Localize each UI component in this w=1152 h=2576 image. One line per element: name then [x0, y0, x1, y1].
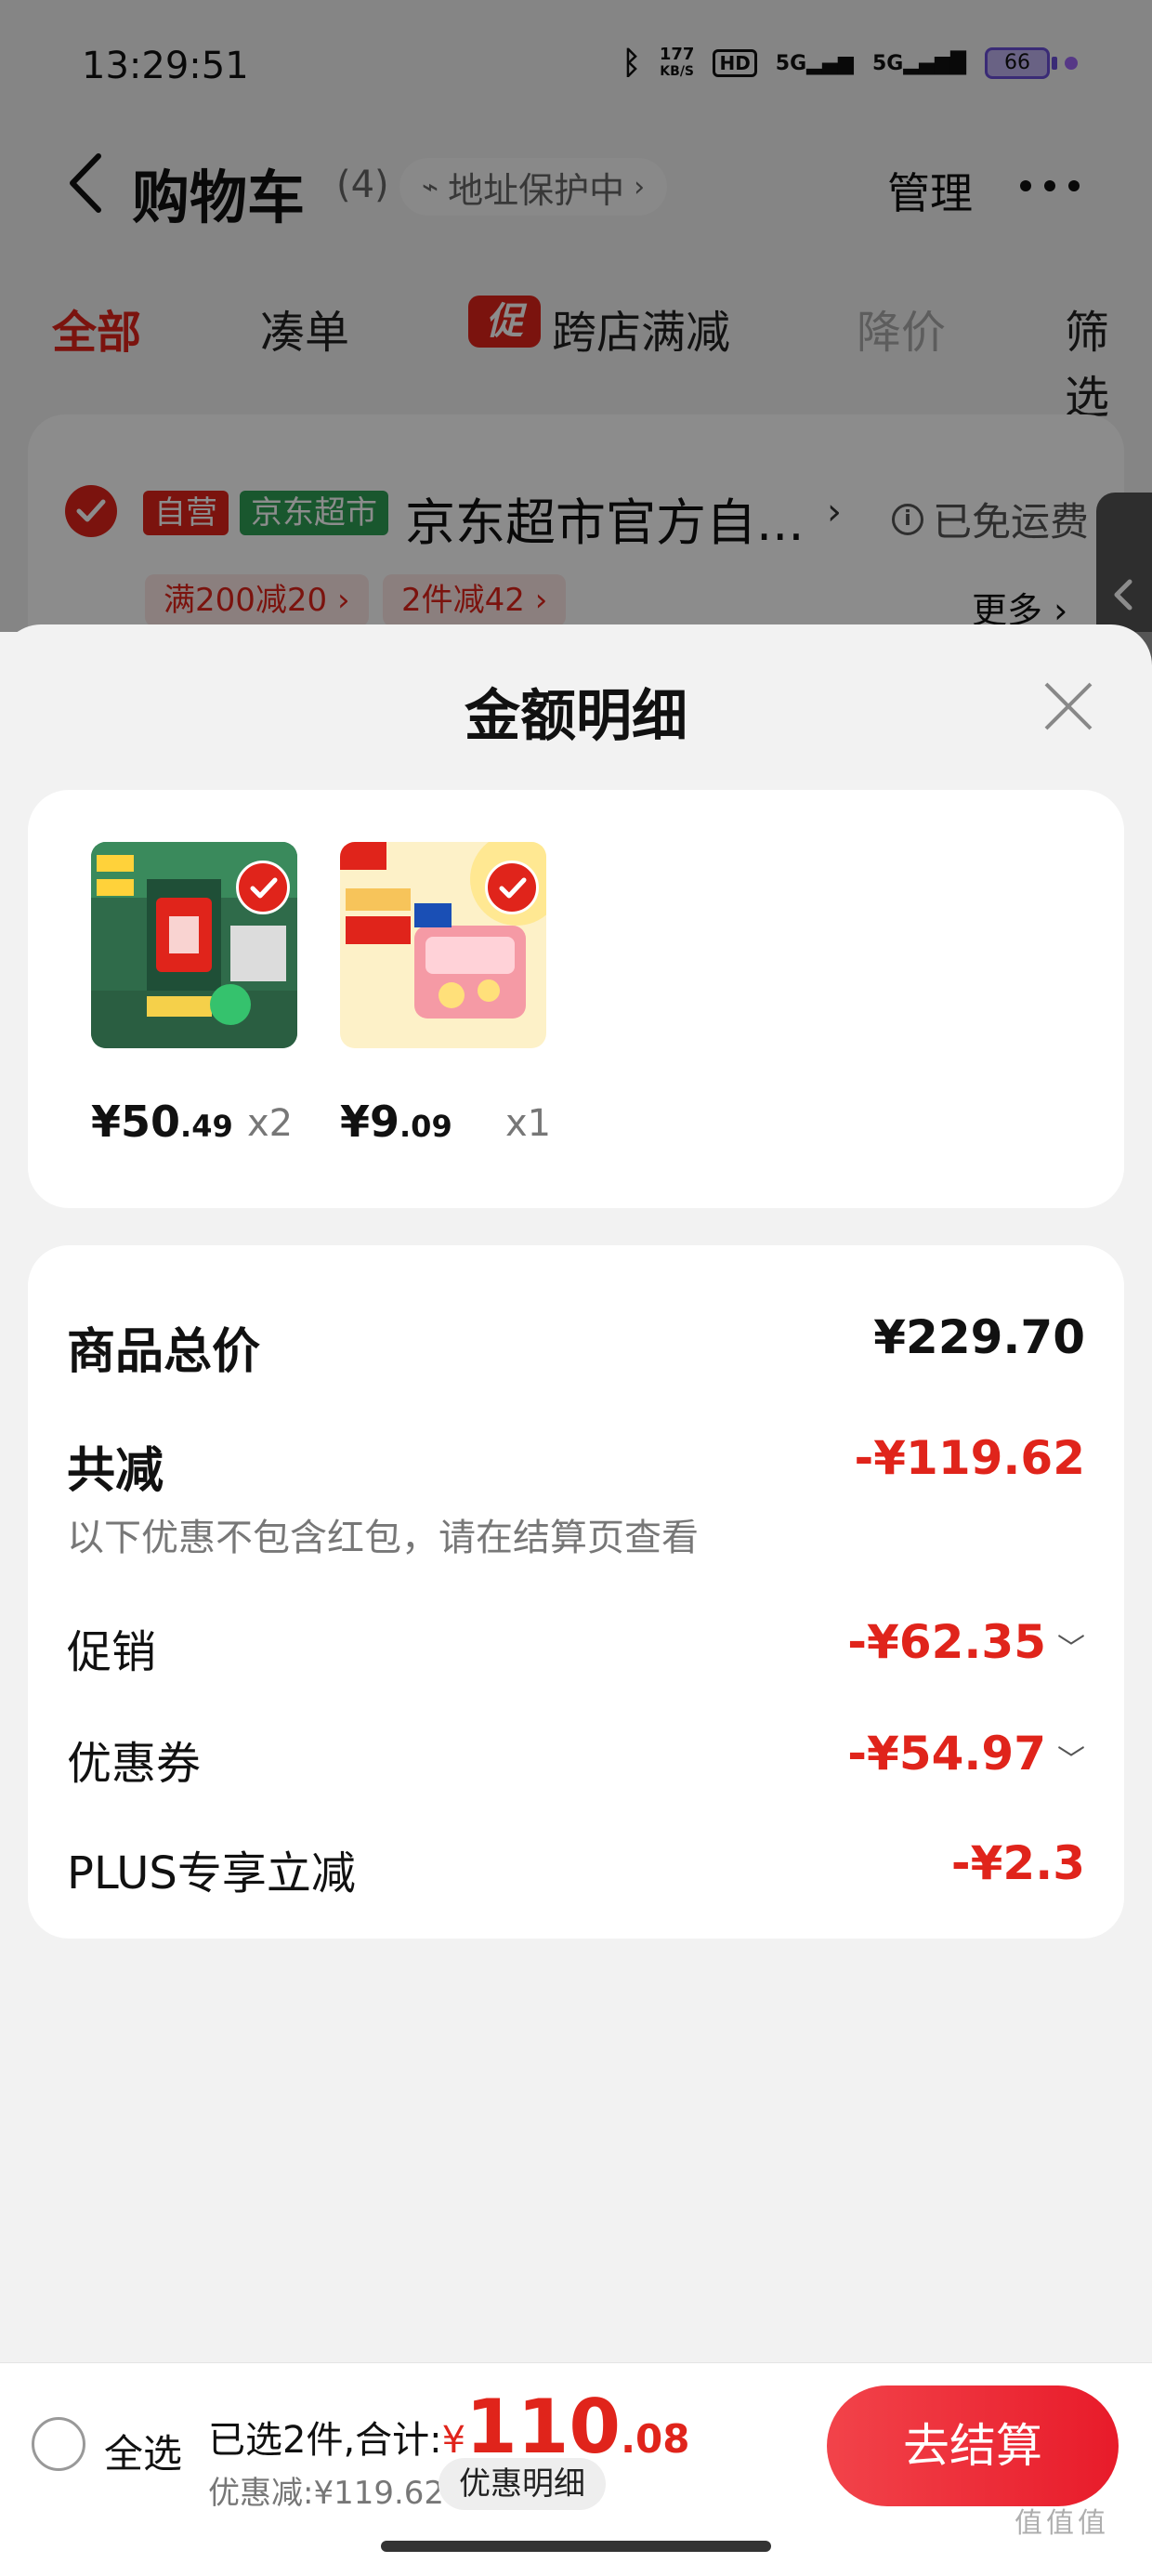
chevron-down-icon: ﹀ — [1057, 1632, 1085, 1665]
product-qty-2: x1 — [505, 1102, 552, 1145]
price-dec-1: .49 — [180, 1109, 233, 1144]
watermark-logo: 值值值 — [1015, 2507, 1109, 2540]
product-price-1: ¥50.49 — [91, 1097, 233, 1147]
selected-count-text: 已选2件,合计: — [208, 2419, 442, 2462]
price-summary-card: 商品总价 ¥229.70 共减 -¥119.62 以下优惠不包含红包，请在结算页… — [28, 1245, 1124, 1939]
coupon-amount: -¥54.97 — [847, 1727, 1046, 1781]
promotion-label[interactable]: 促销 — [67, 1615, 156, 1680]
discount-line: 优惠减:¥119.62 — [208, 2475, 445, 2512]
coupon-value[interactable]: -¥54.97 ﹀ — [847, 1727, 1085, 1781]
product-thumbnail-liby[interactable] — [340, 842, 546, 1048]
total-amount-dec: .08 — [621, 2416, 690, 2462]
total-reduction-label: 共减 — [67, 1443, 164, 1499]
close-icon[interactable] — [1041, 678, 1096, 734]
total-currency: ¥ — [441, 2419, 466, 2462]
chevron-down-icon: ﹀ — [1057, 1743, 1085, 1777]
coupon-label[interactable]: 优惠券 — [67, 1727, 201, 1792]
total-price-label: 商品总价 — [67, 1324, 261, 1380]
price-dec-2: .09 — [399, 1109, 452, 1144]
sheet-title: 金额明细 — [465, 684, 687, 749]
product-thumbnail-tissue[interactable] — [91, 842, 297, 1048]
product-qty-1: x2 — [247, 1102, 294, 1145]
selected-total: 已选2件,合计:¥110.08 — [208, 2384, 690, 2470]
promotion-amount: -¥62.35 — [847, 1615, 1046, 1669]
cart-page-background: 13:29:51 ᛒ 177 KB/S HD 5G▂▄▆ 5G▂▄▆█ 66 购… — [0, 0, 1152, 697]
reduction-note: 以下优惠不包含红包，请在结算页查看 — [67, 1517, 699, 1559]
home-indicator[interactable] — [381, 2541, 771, 2552]
total-price-value: ¥229.70 — [873, 1310, 1085, 1364]
price-int-1: ¥50 — [91, 1097, 181, 1147]
product-check-icon[interactable] — [236, 861, 290, 914]
total-reduction-value: -¥119.62 — [854, 1431, 1086, 1485]
product-check-icon[interactable] — [485, 861, 539, 914]
promotion-value[interactable]: -¥62.35 ﹀ — [847, 1615, 1085, 1669]
selected-items-card: ¥50.49 x2 ¥9.09 x1 — [28, 790, 1124, 1208]
checkout-button[interactable]: 去结算 — [827, 2385, 1119, 2506]
select-all-checkbox[interactable] — [32, 2417, 85, 2471]
plus-discount-label: PLUS专享立减 — [67, 1847, 356, 1899]
price-int-2: ¥9 — [340, 1097, 400, 1147]
plus-discount-value: -¥2.3 — [950, 1836, 1085, 1890]
product-price-2: ¥9.09 — [340, 1097, 452, 1147]
discount-detail-button[interactable]: 优惠明细 — [439, 2458, 606, 2510]
select-all-label[interactable]: 全选 — [104, 2423, 182, 2479]
amount-detail-sheet: 金额明细 ¥50.49 x2 ¥9.09 x1 商品总价 ¥229.70 共减 … — [0, 624, 1152, 2362]
modal-overlay[interactable] — [0, 0, 1152, 632]
